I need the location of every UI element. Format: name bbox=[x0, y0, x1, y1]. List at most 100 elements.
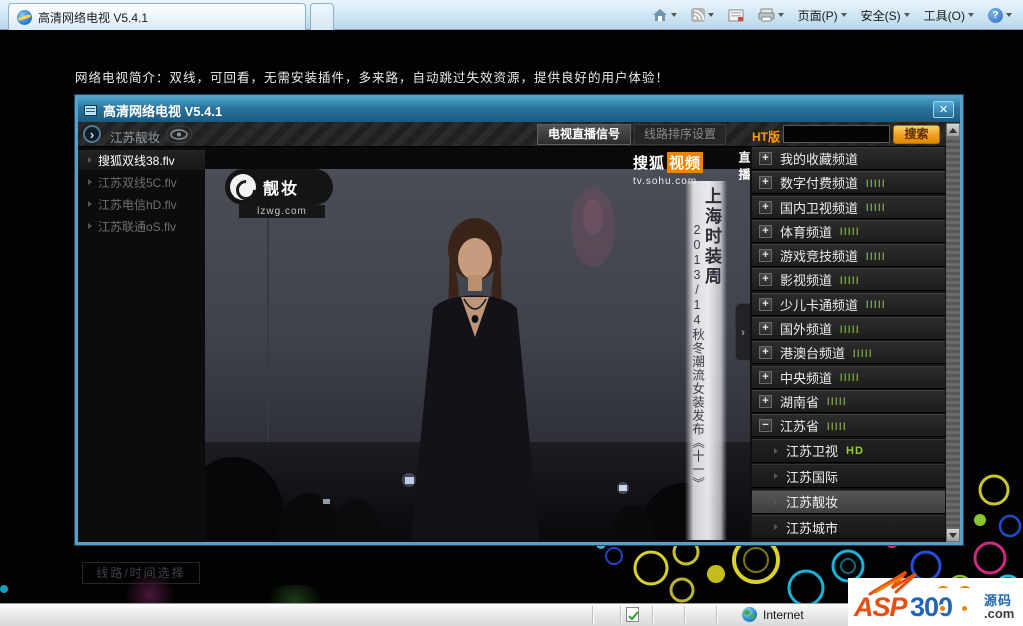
channel-row[interactable]: + 游戏竞技频道 IIIII bbox=[752, 244, 945, 268]
playlist-item[interactable]: 搜狐双线38.flv bbox=[78, 150, 205, 170]
channel-row[interactable]: + 少儿卡通频道 IIIII bbox=[752, 292, 945, 316]
channel-row-expanded[interactable]: − 江苏省 IIIII bbox=[752, 414, 945, 438]
channel-label: 游戏竞技频道 bbox=[780, 249, 859, 265]
print-icon bbox=[758, 8, 775, 22]
asp300-logo: ASP 300 源码 .com bbox=[848, 570, 1023, 626]
home-icon bbox=[652, 9, 667, 21]
rss-icon bbox=[690, 8, 705, 22]
mail-button[interactable] bbox=[723, 7, 749, 24]
page-background: 网络电视简介：双线，可回看，无需安装插件，多来路，自动跳过失效资源，提供良好的用… bbox=[0, 30, 1023, 604]
play-marker-icon bbox=[88, 223, 92, 229]
subchannel-row[interactable]: 江苏卫视 HD bbox=[752, 438, 945, 463]
tab-line-sort[interactable]: 线路排序设置 bbox=[634, 124, 726, 145]
logo-dot-icon bbox=[938, 604, 947, 613]
subchannel-row[interactable]: 江苏国际 bbox=[752, 464, 945, 489]
home-button[interactable] bbox=[647, 6, 682, 24]
menu-safety-label: 安全(S) bbox=[860, 8, 901, 23]
video-player[interactable]: 靓妆 lzwg.com 搜狐 视频 tv.sohu.com 直播 上海时装周 2… bbox=[205, 147, 750, 540]
show-banner: 上海时装周 2013/14秋冬潮流女装发布《十一》 bbox=[685, 181, 727, 540]
expand-icon[interactable]: + bbox=[759, 370, 772, 384]
subchannel-label: 江苏国际 bbox=[786, 469, 839, 485]
menu-tools-label: 工具(O) bbox=[923, 8, 965, 23]
channel-label: 国外频道 bbox=[780, 322, 833, 338]
channel-row[interactable]: + 我的收藏频道 bbox=[752, 147, 945, 170]
browser-tab[interactable]: 高清网络电视 V5.4.1 bbox=[8, 3, 306, 30]
channel-row[interactable]: + 影视频道 IIIII bbox=[752, 268, 945, 292]
rss-caret-icon bbox=[707, 13, 714, 17]
security-zone[interactable]: Internet bbox=[742, 607, 804, 622]
search-input[interactable] bbox=[783, 125, 890, 143]
signal-bars-icon: IIIII bbox=[840, 273, 861, 287]
subchannel-row-selected[interactable]: 江苏靓妆 bbox=[752, 489, 945, 514]
tab-live-signal[interactable]: 电视直播信号 bbox=[537, 124, 631, 145]
channel-expand-button[interactable]: › bbox=[83, 125, 101, 143]
channel-row[interactable]: + 中央频道 IIIII bbox=[752, 365, 945, 389]
station-watermark: 靓妆 bbox=[225, 169, 333, 205]
page-caret-icon bbox=[840, 13, 847, 17]
player-title: 高清网络电视 V5.4.1 bbox=[103, 103, 223, 119]
statusbar-separator bbox=[620, 606, 621, 625]
signal-bars-icon: IIIII bbox=[866, 200, 887, 214]
channel-row[interactable]: + 国外频道 IIIII bbox=[752, 317, 945, 341]
subchannel-marker-icon bbox=[774, 473, 778, 480]
scrollbar-track[interactable] bbox=[946, 137, 960, 528]
menu-safety[interactable]: 安全(S) bbox=[856, 5, 915, 26]
subchannel-label: 江苏靓妆 bbox=[786, 495, 839, 511]
playlist-item-label: 搜狐双线38.flv bbox=[98, 153, 175, 168]
window-icon bbox=[84, 104, 97, 116]
collapse-icon[interactable]: − bbox=[759, 419, 772, 433]
signal-bars-icon: IIIII bbox=[840, 370, 861, 384]
player-window: 高清网络电视 V5.4.1 ✕ › 江苏靓妆 电视直播信号 线路排序设置 HT版… bbox=[75, 95, 963, 584]
channel-label: 国内卫视频道 bbox=[780, 200, 859, 216]
expand-icon[interactable]: + bbox=[759, 297, 772, 311]
help-button[interactable]: ? bbox=[983, 6, 1017, 25]
expand-icon[interactable]: + bbox=[759, 176, 772, 190]
playlist-item-label: 江苏电信hD.flv bbox=[98, 197, 177, 212]
channel-row[interactable]: + 湖南省 IIIII bbox=[752, 389, 945, 413]
expand-icon[interactable]: + bbox=[759, 322, 772, 336]
statusbar-separator bbox=[592, 606, 593, 625]
scroll-up-button[interactable] bbox=[946, 123, 960, 137]
channel-row[interactable]: + 数字付费频道 IIIII bbox=[752, 171, 945, 195]
channel-row[interactable]: + 国内卫视频道 IIIII bbox=[752, 195, 945, 219]
playlist-item-label: 江苏联通oS.flv bbox=[98, 219, 177, 234]
scroll-down-button[interactable] bbox=[946, 528, 960, 542]
player-titlebar: 高清网络电视 V5.4.1 bbox=[78, 98, 960, 122]
signal-bars-icon: IIIII bbox=[866, 298, 887, 311]
new-tab-button[interactable] bbox=[310, 3, 334, 30]
menu-tools[interactable]: 工具(O) bbox=[919, 5, 979, 26]
print-button[interactable] bbox=[753, 6, 789, 24]
play-marker-icon bbox=[88, 201, 92, 207]
current-channel-label: 江苏靓妆 bbox=[110, 131, 161, 145]
playlist-item[interactable]: 江苏双线5C.flv bbox=[78, 172, 205, 192]
logo-steam-icon bbox=[960, 586, 970, 591]
playlist-item[interactable]: 江苏电信hD.flv bbox=[78, 194, 205, 214]
expand-icon[interactable]: + bbox=[759, 200, 772, 214]
search-button[interactable]: 搜索 bbox=[893, 125, 940, 144]
channel-scrollbar[interactable] bbox=[946, 123, 960, 542]
menu-page[interactable]: 页面(P) bbox=[793, 5, 852, 26]
channel-label: 江苏省 bbox=[780, 419, 820, 435]
expand-icon[interactable]: + bbox=[759, 346, 772, 360]
close-button[interactable]: ✕ bbox=[933, 101, 954, 118]
statusbar-separator bbox=[684, 606, 685, 625]
command-bar: 页面(P) 安全(S) 工具(O) ? bbox=[647, 4, 1017, 26]
watch-toggle-button[interactable] bbox=[166, 126, 192, 143]
panel-collapse-handle[interactable]: › bbox=[735, 303, 750, 361]
channel-row[interactable]: + 体育频道 IIIII bbox=[752, 219, 945, 243]
print-caret-icon bbox=[777, 13, 784, 17]
live-label: 直播 bbox=[737, 151, 750, 185]
expand-icon[interactable]: + bbox=[759, 249, 772, 263]
expand-icon[interactable]: + bbox=[759, 273, 772, 287]
playlist-item[interactable]: 江苏联通oS.flv bbox=[78, 216, 205, 236]
zone-label: Internet bbox=[763, 607, 804, 622]
expand-icon[interactable]: + bbox=[759, 152, 772, 165]
rss-button[interactable] bbox=[686, 6, 719, 24]
signal-bars-icon: IIIII bbox=[866, 249, 887, 262]
expand-icon[interactable]: + bbox=[759, 224, 772, 238]
expand-icon[interactable]: + bbox=[759, 394, 772, 408]
channel-row[interactable]: + 港澳台频道 IIIII bbox=[752, 341, 945, 365]
subchannel-row[interactable]: 江苏城市 bbox=[752, 515, 945, 540]
channel-label: 数字付费频道 bbox=[780, 176, 859, 192]
banner-subtitle: 2013/14秋冬潮流女装发布《十一》 bbox=[690, 223, 704, 490]
